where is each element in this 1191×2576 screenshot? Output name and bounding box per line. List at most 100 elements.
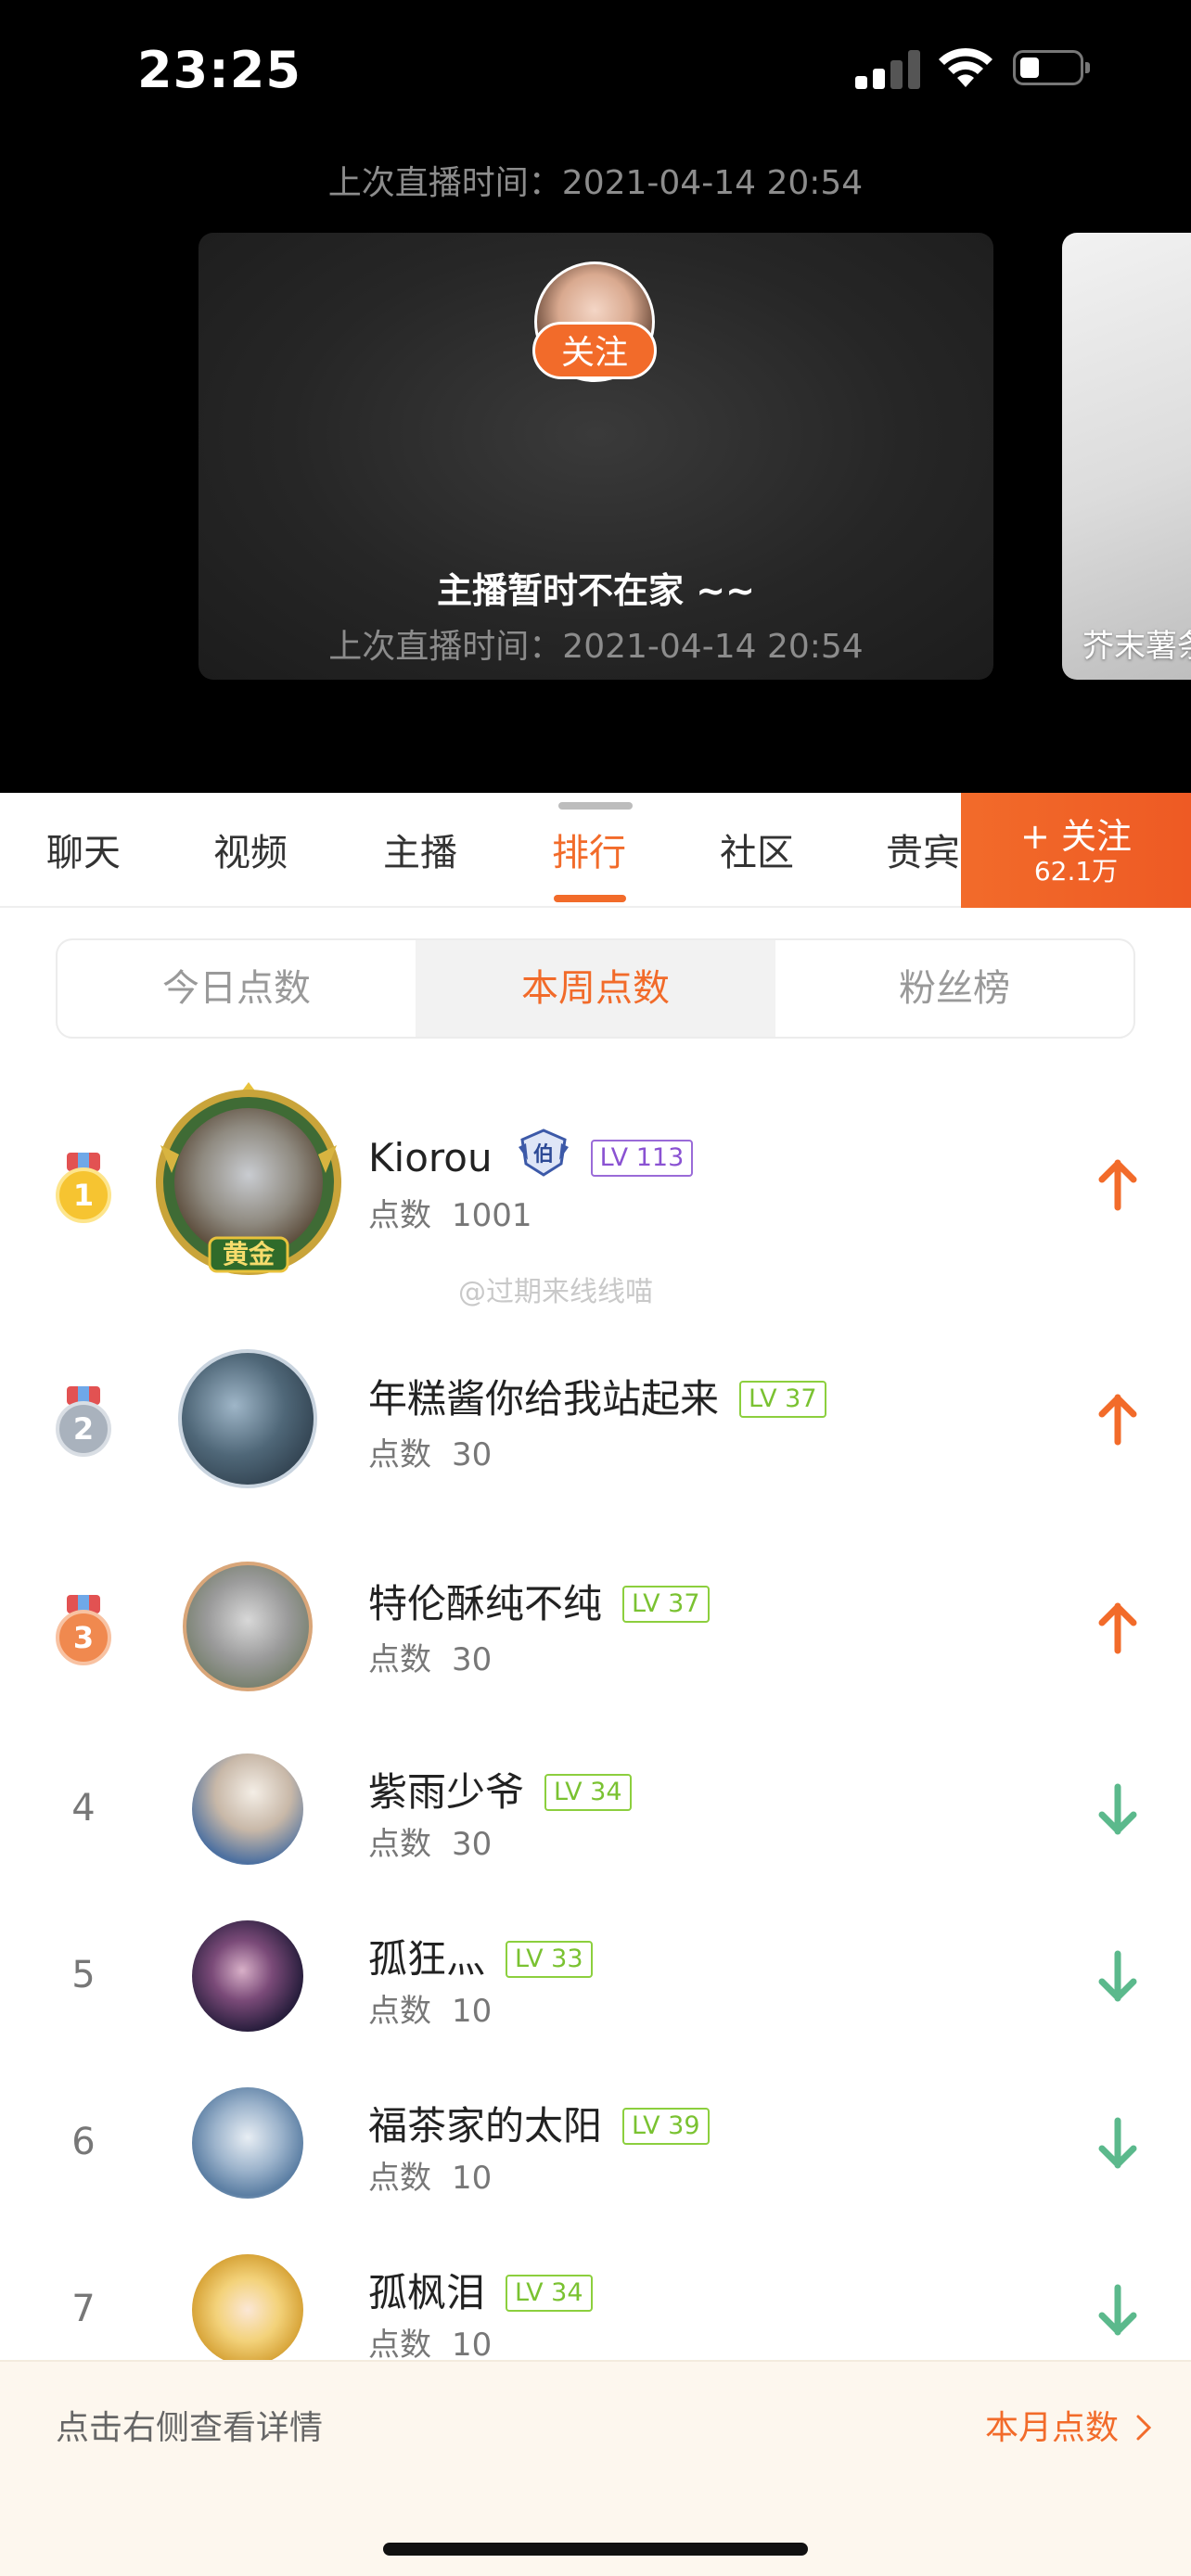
score-label: 点数 [368,1436,431,1473]
user-name: 福茶家的太阳 LV 39 [368,2095,710,2151]
follow-button[interactable]: + 关注 62.1万 [961,793,1191,908]
svg-text:伯: 伯 [533,1142,554,1167]
score-value: 10 [452,1993,493,2030]
user-name-text: 孤枫泪 [368,2270,486,2315]
score-line: 点数 10 [368,2152,492,2198]
frame-badge-text: 黄金 [223,1239,275,1269]
user-name-text: 年糕酱你给我站起来 [368,1376,720,1422]
score-value: 30 [452,1826,493,1863]
level-badge: LV 39 [622,2108,710,2145]
trend-up-icon [1098,1602,1137,1654]
offline-title: 主播暂时不在家 ~~ [437,570,755,611]
ranking-row[interactable]: 1 黄金 Kiorou 伯 LV 113 点数 1001 [0,1080,1191,1284]
tab-video[interactable]: 视频 [213,823,288,876]
score-line: 点数 1001 [368,1190,532,1235]
tab-community[interactable]: 社区 [720,823,794,876]
ranking-row[interactable]: 4 紫雨少爷 LV 34 点数 30 [0,1753,1191,1868]
rank-number: 4 [71,1787,96,1830]
level-badge: LV 34 [544,1774,632,1811]
user-name-text: 孤狂灬 [368,1936,486,1982]
chevron-right-icon [1136,2415,1152,2441]
status-time: 23:25 [137,41,301,99]
score-label: 点数 [368,1993,431,2030]
ranking-row[interactable]: 3 特伦酥纯不纯 LV 37 点数 30 [0,1560,1191,1691]
ranking-row[interactable]: 7 孤枫泪 LV 34 点数 10 [0,2254,1191,2360]
rank-number: 7 [71,2288,96,2330]
score-label: 点数 [368,1197,431,1234]
signal-icon [855,48,920,89]
user-name-text: Kiorou [368,1135,493,1180]
trend-down-icon [1098,2284,1137,2336]
user-name: Kiorou 伯 LV 113 [368,1129,694,1180]
user-name: 孤枫泪 LV 34 [368,2262,593,2318]
score-value: 10 [452,2160,493,2197]
rank-number: 6 [71,2121,96,2163]
monthly-points-link[interactable]: 本月点数 [985,2401,1153,2449]
score-label: 点数 [368,2327,431,2360]
card-last-live-time: 上次直播时间：2021-04-14 20:54 [328,628,864,666]
avatar[interactable] [178,1349,317,1488]
ranking-period-selector: 今日点数 本周点数 粉丝榜 [56,938,1135,1039]
score-value: 1001 [452,1197,532,1234]
tab-streamer[interactable]: 主播 [383,823,457,876]
drag-handle[interactable] [558,802,633,810]
segment-this-week[interactable]: 本周点数 [416,940,775,1037]
score-value: 30 [452,1436,493,1473]
avatar-gold-frame[interactable]: 黄金 [151,1080,346,1284]
segment-today[interactable]: 今日点数 [58,940,416,1037]
battery-low-icon [1013,50,1090,85]
footer-hint: 点击右侧查看详情 [56,2409,324,2447]
level-badge: LV 37 [739,1381,826,1418]
user-name: 紫雨少爷 LV 34 [368,1761,632,1817]
user-name-text: 福茶家的太阳 [368,2103,603,2149]
level-badge: LV 113 [590,1140,694,1177]
ranking-row[interactable]: 6 福茶家的太阳 LV 39 点数 10 [0,2087,1191,2202]
score-label: 点数 [368,1641,431,1678]
avatar[interactable] [192,1920,303,2032]
tab-vip[interactable]: 贵宾 [886,823,960,876]
trend-down-icon [1098,2117,1137,2169]
avatar[interactable] [183,1562,313,1691]
ranking-row[interactable]: 2 年糕酱你给我站起来 LV 37 点数 30 [0,1349,1191,1488]
user-name-text: 特伦酥纯不纯 [368,1581,603,1626]
silver-medal-icon: 2 [56,1386,111,1470]
noble-rank-icon: 伯 [518,1129,569,1177]
user-name-text: 紫雨少爷 [368,1769,525,1815]
avatar-follow-button[interactable]: 关注 [532,322,657,379]
next-card-label: 芥末薯条 [1082,628,1191,665]
ranking-row[interactable]: 5 孤狂灬 LV 33 点数 10 [0,1920,1191,2035]
user-name: 年糕酱你给我站起来 LV 37 [368,1368,826,1424]
score-line: 点数 30 [368,1634,492,1679]
score-line: 点数 10 [368,2319,492,2360]
bronze-medal-icon: 3 [56,1595,111,1678]
level-badge: LV 34 [506,2275,593,2312]
user-name: 特伦酥纯不纯 LV 37 [368,1573,710,1629]
gold-medal-icon: 1 [56,1153,111,1236]
score-label: 点数 [368,2160,431,2197]
tab-chat[interactable]: 聊天 [46,823,121,876]
rank-number: 5 [71,1954,96,1996]
trend-up-icon [1098,1159,1137,1211]
avatar[interactable] [192,1753,303,1865]
score-line: 点数 30 [368,1818,492,1864]
segment-fans[interactable]: 粉丝榜 [775,940,1133,1037]
score-value: 30 [452,1641,493,1678]
avatar[interactable] [192,2254,303,2360]
user-name: 孤狂灬 LV 33 [368,1928,593,1984]
trend-down-icon [1098,1783,1137,1835]
score-line: 点数 30 [368,1429,492,1474]
avatar[interactable] [192,2087,303,2199]
level-badge: LV 37 [622,1586,710,1623]
trend-up-icon [1098,1394,1137,1446]
wifi-icon [939,47,992,87]
last-live-time: 上次直播时间：2021-04-14 20:54 [327,164,864,202]
home-indicator [383,2543,808,2556]
monthly-points-label: 本月点数 [985,2409,1120,2447]
watermark: @过期来线线喵 [458,1276,653,1308]
tab-ranking[interactable]: 排行 [552,823,626,876]
offline-live-card[interactable]: 关注 主播暂时不在家 ~~ 上次直播时间：2021-04-14 20:54 [198,233,993,680]
trend-down-icon [1098,1950,1137,2002]
next-live-card[interactable]: 芥末薯条 [1062,233,1191,680]
active-tab-indicator [554,895,626,902]
score-value: 10 [452,2327,493,2360]
